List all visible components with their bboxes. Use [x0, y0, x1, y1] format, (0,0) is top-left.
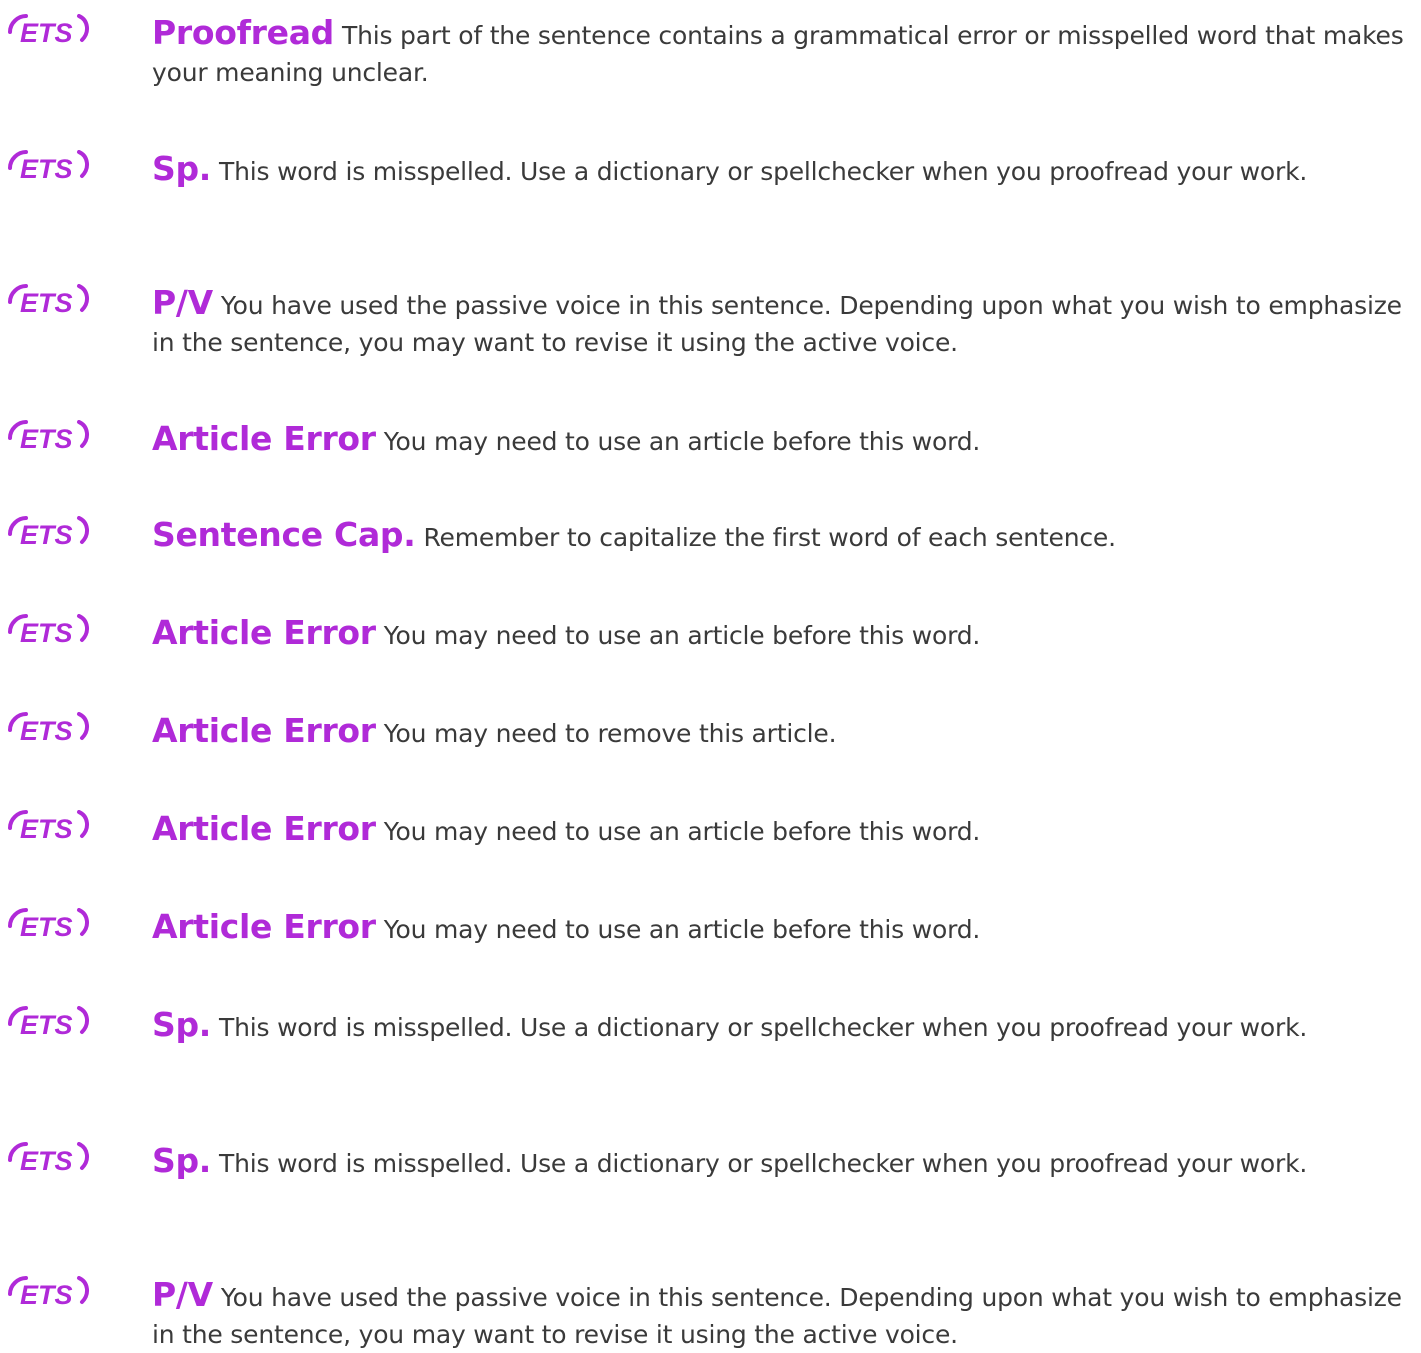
feedback-content: Article Error You may need to remove this… [152, 712, 1412, 752]
ets-logo-icon: ETS [6, 810, 96, 846]
feedback-content: Sp. This word is misspelled. Use a dictio… [152, 1006, 1412, 1046]
ets-logo-icon: ETS [6, 614, 96, 650]
ets-logo-text: ETS [20, 288, 73, 318]
ets-logo-text: ETS [20, 912, 73, 942]
ets-logo-text: ETS [20, 520, 73, 550]
feedback-description: This part of the sentence contains a gra… [152, 21, 1404, 87]
feedback-content: Article Error You may need to use an arti… [152, 908, 1412, 948]
feedback-description: This word is misspelled. Use a dictionar… [219, 157, 1308, 186]
feedback-content: P/V You have used the passive voice in th… [152, 284, 1412, 361]
feedback-label: Article Error [152, 907, 376, 946]
ets-logo-icon: ETS [6, 1276, 96, 1312]
feedback-label: Proofread [152, 13, 335, 52]
feedback-label: Article Error [152, 711, 376, 750]
feedback-content: Article Error You may need to use an arti… [152, 810, 1412, 850]
feedback-content: Article Error You may need to use an arti… [152, 420, 1412, 460]
ets-logo-text: ETS [20, 1146, 73, 1176]
feedback-label: Article Error [152, 809, 376, 848]
feedback-content: P/V You have used the passive voice in th… [152, 1276, 1412, 1353]
feedback-description: You may need to use an article before th… [383, 817, 981, 846]
feedback-description: You have used the passive voice in this … [152, 1283, 1402, 1349]
feedback-description: This word is misspelled. Use a dictionar… [219, 1013, 1308, 1042]
feedback-content: Sp. This word is misspelled. Use a dictio… [152, 150, 1412, 190]
feedback-label: Sp. [152, 1141, 212, 1180]
feedback-content: Sp. This word is misspelled. Use a dictio… [152, 1142, 1412, 1182]
feedback-description: You have used the passive voice in this … [152, 291, 1402, 357]
ets-logo-icon: ETS [6, 420, 96, 456]
feedback-content: Proofread This part of the sentence conta… [152, 14, 1412, 91]
ets-logo-icon: ETS [6, 712, 96, 748]
feedback-label: P/V [152, 1275, 213, 1314]
ets-logo-icon: ETS [6, 1142, 96, 1178]
ets-logo-text: ETS [20, 1280, 73, 1310]
feedback-label: Sp. [152, 1005, 212, 1044]
ets-logo-text: ETS [20, 18, 73, 48]
feedback-description: This word is misspelled. Use a dictionar… [219, 1149, 1308, 1178]
ets-logo-icon: ETS [6, 908, 96, 944]
ets-logo-text: ETS [20, 154, 73, 184]
feedback-description: You may need to use an article before th… [383, 427, 981, 456]
ets-logo-text: ETS [20, 424, 73, 454]
feedback-content: Sentence Cap. Remember to capitalize the … [152, 516, 1412, 556]
ets-logo-icon: ETS [6, 516, 96, 552]
ets-logo-icon: ETS [6, 14, 96, 50]
feedback-description: Remember to capitalize the first word of… [423, 523, 1116, 552]
ets-logo-text: ETS [20, 716, 73, 746]
feedback-label: Sp. [152, 149, 212, 188]
feedback-description: You may need to remove this article. [383, 719, 837, 748]
feedback-description: You may need to use an article before th… [383, 915, 981, 944]
feedback-description: You may need to use an article before th… [383, 621, 981, 650]
feedback-content: Article Error You may need to use an arti… [152, 614, 1412, 654]
feedback-label: Article Error [152, 419, 376, 458]
feedback-list: ETS Proofread This part of the sentence c… [0, 0, 1421, 1349]
ets-logo-text: ETS [20, 814, 73, 844]
ets-logo-text: ETS [20, 618, 73, 648]
ets-logo-icon: ETS [6, 150, 96, 186]
ets-logo-icon: ETS [6, 1006, 96, 1042]
feedback-label: Article Error [152, 613, 376, 652]
feedback-label: P/V [152, 283, 213, 322]
ets-logo-icon: ETS [6, 284, 96, 320]
feedback-label: Sentence Cap. [152, 515, 416, 554]
ets-logo-text: ETS [20, 1010, 73, 1040]
